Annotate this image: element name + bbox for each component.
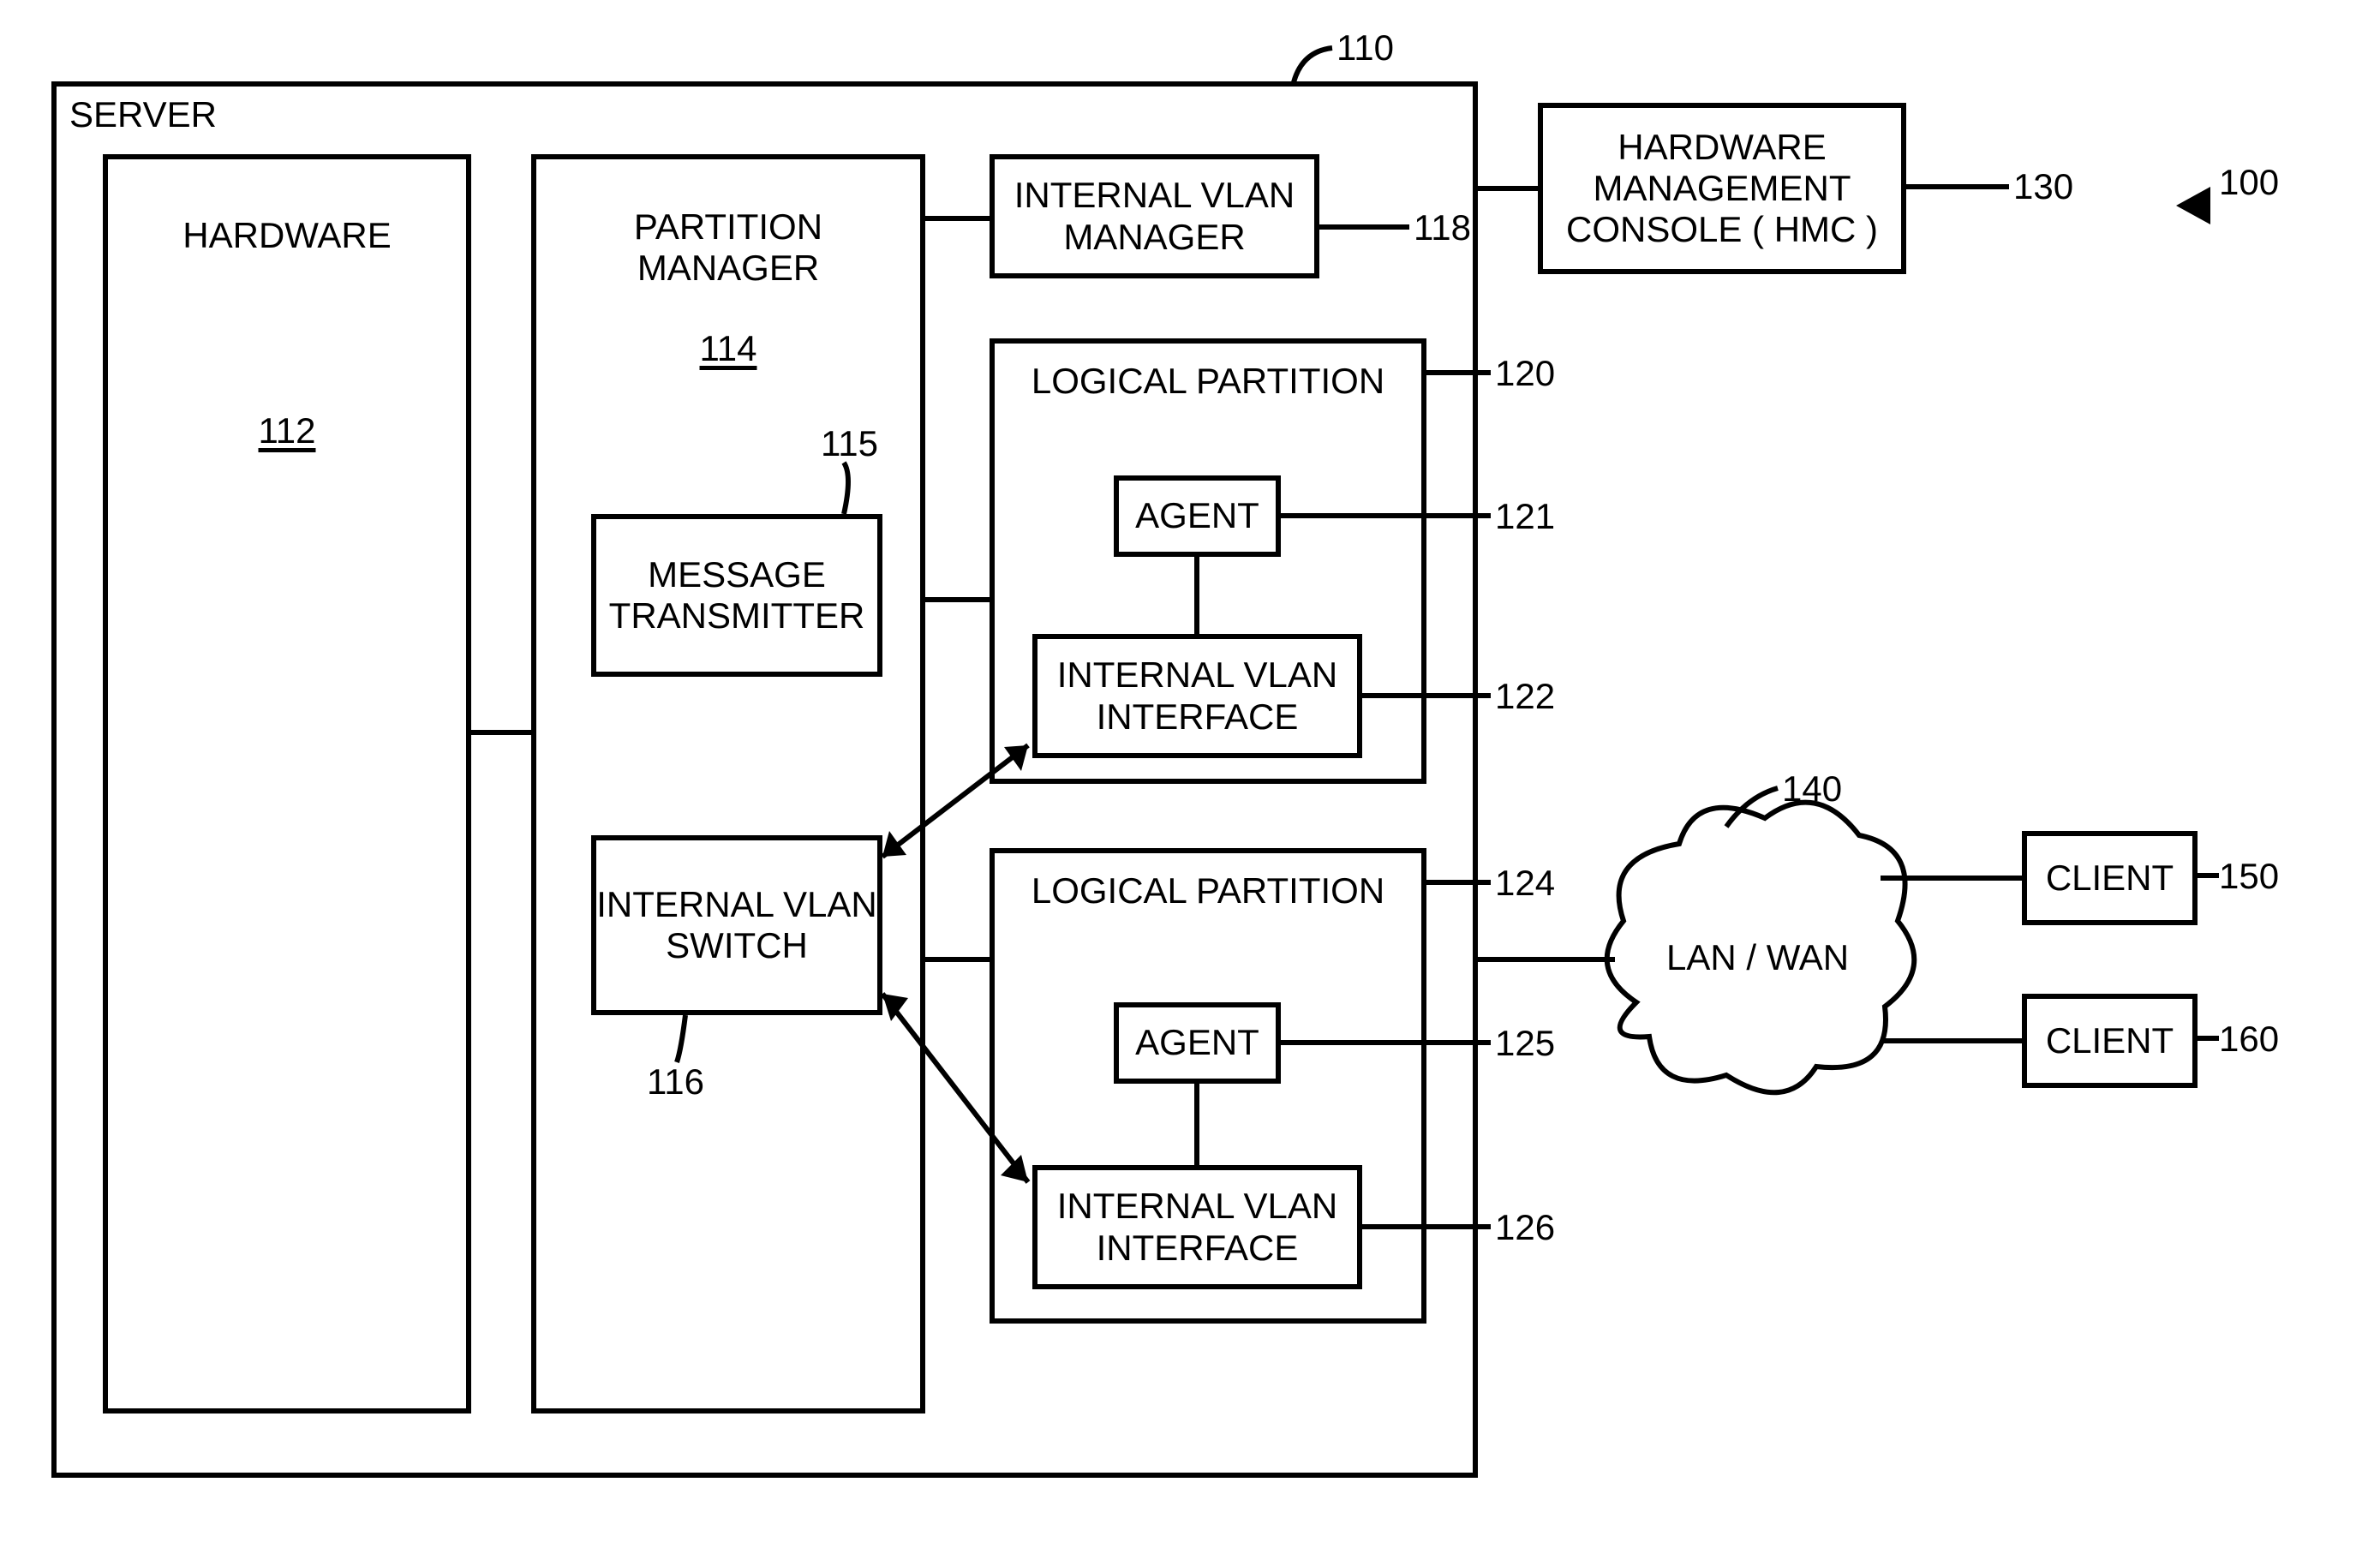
message-transmitter-box: MESSAGE TRANSMITTER <box>591 514 882 677</box>
hardware-ref: 112 <box>259 410 316 451</box>
lp1-agent-ref: 121 <box>1495 497 1555 536</box>
overall-ref: 100 <box>2219 163 2279 202</box>
hardware-box: HARDWARE 112 <box>103 154 471 1414</box>
vlan-mgr-l2: MANAGER <box>1063 217 1245 258</box>
client2-label: CLIENT <box>2046 1020 2174 1061</box>
lp1-agent-box: AGENT <box>1114 475 1281 557</box>
lp2-iface-ref: 126 <box>1495 1208 1555 1247</box>
hmc-l1: HARDWARE <box>1618 127 1826 168</box>
lp1-title: LOGICAL PARTITION <box>1032 361 1384 402</box>
lp2-agent-label: AGENT <box>1135 1022 1259 1063</box>
lp2-agent-box: AGENT <box>1114 1002 1281 1084</box>
msg-tx-l2: TRANSMITTER <box>609 595 865 637</box>
client1-label: CLIENT <box>2046 858 2174 899</box>
server-title: SERVER <box>69 95 217 134</box>
lp2-ref: 124 <box>1495 864 1555 903</box>
vlan-switch-l2: SWITCH <box>666 925 808 966</box>
lp2-iface-box: INTERNAL VLAN INTERFACE <box>1032 1165 1362 1289</box>
lp2-iface-l2: INTERFACE <box>1097 1228 1299 1269</box>
hmc-l3: CONSOLE ( HMC ) <box>1566 209 1878 250</box>
vlan-switch-l1: INTERNAL VLAN <box>596 884 877 925</box>
hmc-ref: 130 <box>2013 167 2073 206</box>
pm-ref: 114 <box>700 328 757 369</box>
server-ref: 110 <box>1337 28 1394 68</box>
lp2-iface-l1: INTERNAL VLAN <box>1057 1186 1338 1227</box>
client2-box: CLIENT <box>2022 994 2198 1088</box>
pm-title2: MANAGER <box>637 248 819 289</box>
cloud-ref: 140 <box>1782 769 1842 809</box>
client1-ref: 150 <box>2219 857 2279 896</box>
lp2-title: LOGICAL PARTITION <box>1032 870 1384 911</box>
hmc-box: HARDWARE MANAGEMENT CONSOLE ( HMC ) <box>1538 103 1906 274</box>
client1-box: CLIENT <box>2022 831 2198 925</box>
msg-tx-ref: 115 <box>821 424 878 463</box>
lp1-iface-l2: INTERFACE <box>1097 696 1299 738</box>
lp1-iface-box: INTERNAL VLAN INTERFACE <box>1032 634 1362 758</box>
hmc-l2: MANAGEMENT <box>1593 168 1851 209</box>
hardware-title: HARDWARE <box>182 215 391 256</box>
partition-manager-box: PARTITION MANAGER 114 <box>531 154 925 1414</box>
lp1-iface-l1: INTERNAL VLAN <box>1057 654 1338 696</box>
lp1-ref: 120 <box>1495 354 1555 393</box>
lp1-agent-label: AGENT <box>1135 495 1259 536</box>
lp2-agent-ref: 125 <box>1495 1024 1555 1063</box>
msg-tx-l1: MESSAGE <box>648 554 826 595</box>
vlan-mgr-ref: 118 <box>1414 208 1471 248</box>
lp1-iface-ref: 122 <box>1495 677 1555 716</box>
cloud-label: LAN / WAN <box>1666 938 1849 977</box>
vlan-manager-box: INTERNAL VLAN MANAGER <box>990 154 1319 278</box>
vlan-switch-ref: 116 <box>647 1062 704 1102</box>
pm-title1: PARTITION <box>634 206 822 248</box>
vlan-switch-box: INTERNAL VLAN SWITCH <box>591 835 882 1015</box>
client2-ref: 160 <box>2219 1019 2279 1059</box>
vlan-mgr-l1: INTERNAL VLAN <box>1014 175 1295 216</box>
